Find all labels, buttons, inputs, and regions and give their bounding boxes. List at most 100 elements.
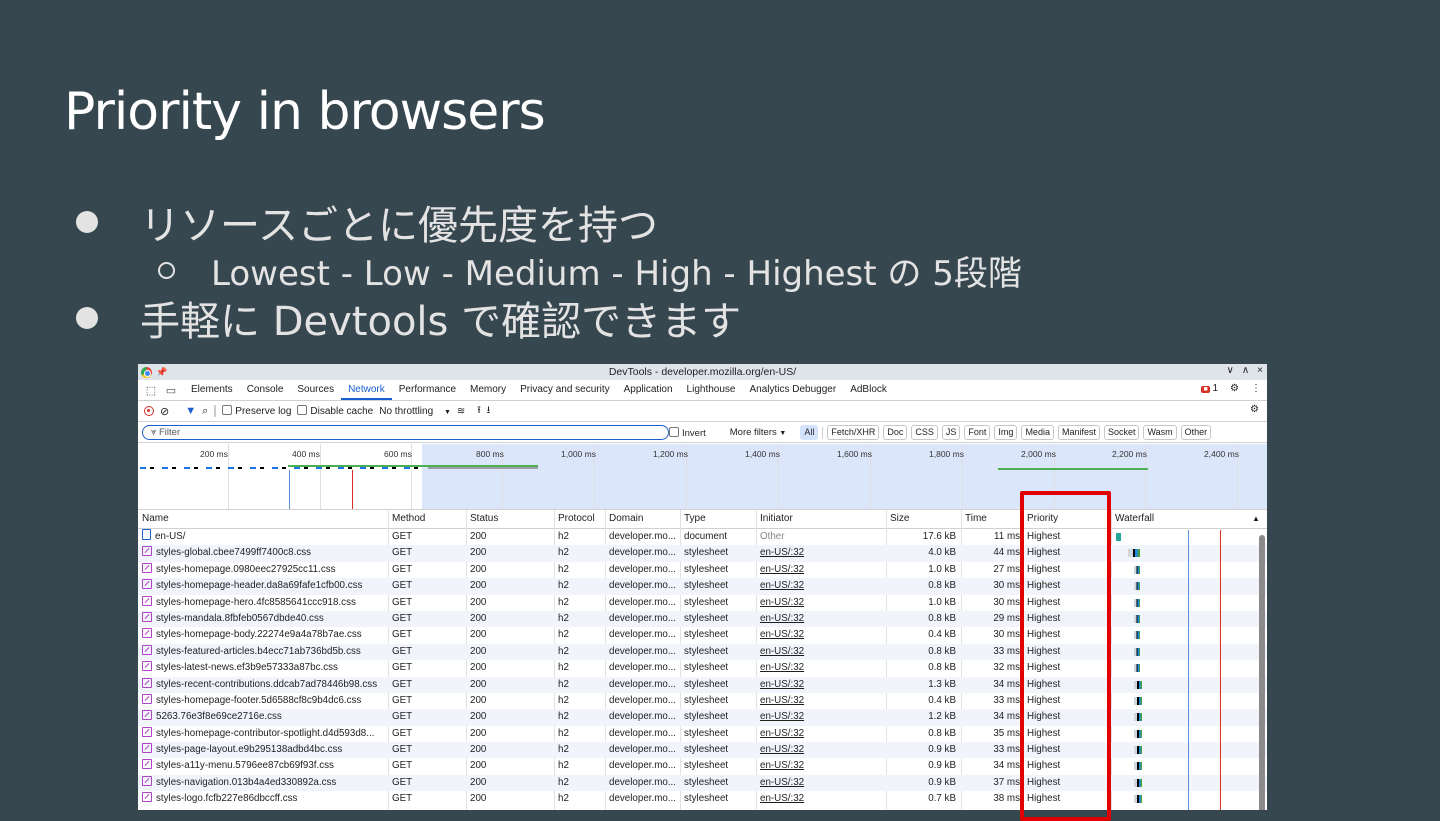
cell-initiator[interactable]: en-US/:32 [760, 578, 880, 594]
cell-initiator[interactable]: en-US/:32 [760, 709, 880, 725]
column-header-time[interactable]: Time [965, 510, 987, 528]
tab-performance[interactable]: Performance [392, 380, 463, 400]
cell-domain: developer.mo... [609, 629, 676, 641]
cell-initiator[interactable]: en-US/:32 [760, 627, 880, 643]
tab-sources[interactable]: Sources [290, 380, 341, 400]
tab-console[interactable]: Console [240, 380, 291, 400]
column-header-domain[interactable]: Domain [609, 510, 643, 528]
cell-method: GET [392, 793, 413, 805]
invert-checkbox[interactable]: Invert [669, 426, 706, 439]
cell-initiator[interactable]: en-US/:32 [760, 595, 880, 611]
css-icon [142, 710, 152, 721]
sort-ascending-icon[interactable]: ▲ [1252, 510, 1260, 528]
cell-status: 200 [470, 563, 487, 575]
waterfall-bar [1134, 762, 1142, 771]
cell-status: 200 [470, 793, 487, 805]
filter-type-media[interactable]: Media [1021, 425, 1054, 440]
cell-type: document [684, 531, 728, 542]
tab-lighthouse[interactable]: Lighthouse [680, 380, 743, 400]
cell-initiator[interactable]: en-US/:32 [760, 726, 880, 742]
column-header-status[interactable]: Status [470, 510, 498, 528]
more-filters-label: More filters [729, 427, 777, 438]
clear-icon[interactable]: ⊘ [160, 405, 169, 418]
cell-initiator[interactable]: en-US/:32 [760, 742, 880, 758]
search-icon[interactable]: ⌕ [202, 405, 208, 418]
preserve-log-checkbox[interactable]: Preserve log [222, 405, 291, 417]
filter-input[interactable]: ⩔ Filter [142, 425, 669, 440]
cell-initiator[interactable]: en-US/:32 [760, 677, 880, 693]
filter-type-other[interactable]: Other [1180, 425, 1212, 440]
cell-size: 1.3 kB [928, 678, 956, 690]
tab-privacy-security[interactable]: Privacy and security [513, 380, 616, 400]
import-har-icon[interactable]: ⭱ [477, 403, 481, 420]
column-header-type[interactable]: Type [684, 510, 706, 528]
overview-tick: 2,200 ms [1112, 449, 1147, 459]
column-header-size[interactable]: Size [890, 510, 909, 528]
tab-memory[interactable]: Memory [463, 380, 513, 400]
settings-gear-icon[interactable]: ⚙ [1230, 383, 1239, 394]
close-icon[interactable]: × [1257, 365, 1263, 376]
cell-initiator[interactable]: en-US/:32 [760, 644, 880, 660]
issues-button[interactable]: ■ 1 [1201, 383, 1218, 394]
cell-type: stylesheet [684, 612, 729, 624]
filter-type-font[interactable]: Font [964, 425, 991, 440]
cell-initiator[interactable]: en-US/:32 [760, 693, 880, 709]
cell-initiator[interactable]: en-US/:32 [760, 775, 880, 791]
network-settings-gear-icon[interactable]: ⚙ [1250, 404, 1259, 415]
filter-type-wasm[interactable]: Wasm [1143, 425, 1177, 440]
cell-size: 0.8 kB [928, 645, 956, 657]
column-header-method[interactable]: Method [392, 510, 425, 528]
column-header-name[interactable]: Name [142, 510, 169, 528]
filter-type-doc[interactable]: Doc [883, 425, 908, 440]
cell-initiator[interactable]: en-US/:32 [760, 545, 880, 561]
cell-domain: developer.mo... [609, 678, 676, 690]
filter-type-manifest[interactable]: Manifest [1057, 425, 1100, 440]
inspect-element-icon[interactable]: ⬚ [144, 384, 158, 397]
filter-type-fetch-xhr[interactable]: Fetch/XHR [827, 425, 880, 440]
cell-type: stylesheet [684, 662, 729, 674]
more-filters-dropdown[interactable]: More filters ▼ [730, 427, 787, 438]
disable-cache-checkbox[interactable]: Disable cache [297, 405, 373, 417]
device-toolbar-icon[interactable]: ▭ [164, 384, 178, 397]
more-options-icon[interactable]: ⋮ [1251, 383, 1261, 394]
waterfall-bar [1134, 664, 1140, 673]
tab-analytics-debugger[interactable]: Analytics Debugger [742, 380, 843, 400]
maximize-icon[interactable]: ∧ [1242, 365, 1249, 376]
record-icon[interactable] [144, 406, 154, 416]
cell-initiator[interactable]: en-US/:32 [760, 758, 880, 774]
tab-application[interactable]: Application [617, 380, 680, 400]
throttling-select[interactable]: No throttling ▼ [379, 406, 451, 417]
column-header-initiator[interactable]: Initiator [760, 510, 793, 528]
filter-funnel-icon[interactable]: ▼ [185, 405, 196, 417]
cell-size: 0.8 kB [928, 662, 956, 674]
cell-type: stylesheet [684, 727, 729, 739]
invert-label: Invert [682, 427, 706, 439]
column-header-waterfall[interactable]: Waterfall [1115, 510, 1154, 528]
cell-initiator[interactable]: en-US/:32 [760, 791, 880, 807]
request-name: styles-mandala.8fbfeb0567dbde40.css [156, 612, 324, 624]
export-har-icon[interactable]: ⭳ [487, 403, 491, 420]
column-header-protocol[interactable]: Protocol [558, 510, 595, 528]
filter-type-js[interactable]: JS [941, 425, 961, 440]
cell-status: 200 [470, 744, 487, 756]
cell-name: en-US/ [142, 529, 382, 545]
request-name: styles-latest-news.ef3b9e57333a87bc.css [156, 662, 338, 674]
cell-initiator[interactable]: en-US/:32 [760, 660, 880, 676]
css-icon [142, 628, 152, 639]
filter-type-img[interactable]: Img [994, 425, 1018, 440]
network-conditions-icon[interactable]: ≋ [457, 406, 465, 417]
throttling-value: No throttling [379, 405, 434, 417]
tab-adblock[interactable]: AdBlock [843, 380, 894, 400]
request-list-scrollbar[interactable] [1259, 535, 1265, 810]
filter-type-css[interactable]: CSS [911, 425, 938, 440]
filter-placeholder: Filter [159, 427, 181, 438]
tab-network[interactable]: Network [341, 380, 392, 400]
minimize-icon[interactable]: ∨ [1227, 365, 1234, 376]
tab-elements[interactable]: Elements [184, 380, 240, 400]
cell-initiator[interactable]: en-US/:32 [760, 611, 880, 627]
filter-type-all[interactable]: All [800, 425, 819, 440]
request-name: 5263.76e3f8e69ce2716e.css [156, 711, 282, 723]
cell-domain: developer.mo... [609, 612, 676, 624]
cell-initiator[interactable]: en-US/:32 [760, 562, 880, 578]
filter-type-socket[interactable]: Socket [1103, 425, 1140, 440]
